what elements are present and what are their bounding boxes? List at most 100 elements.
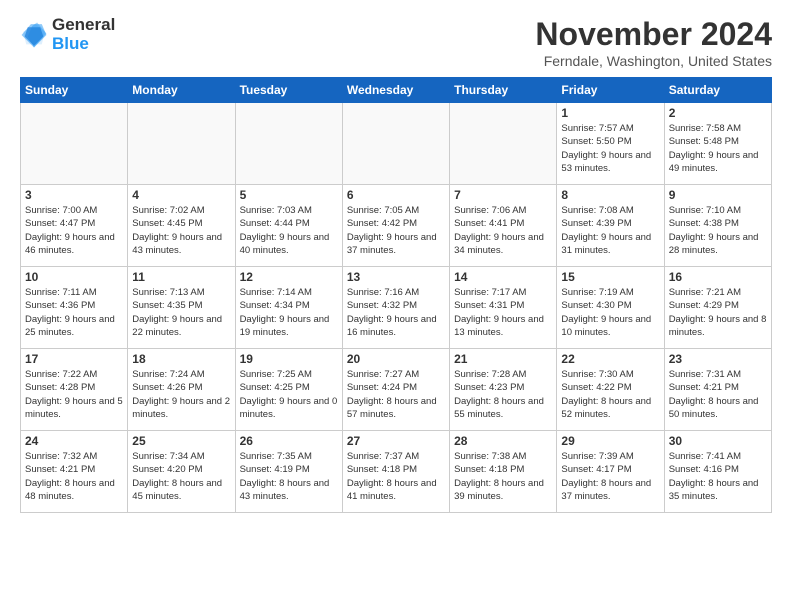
day-cell: 17 Sunrise: 7:22 AM Sunset: 4:28 PM Dayli… [21,349,128,431]
day-cell: 16 Sunrise: 7:21 AM Sunset: 4:29 PM Dayli… [664,267,771,349]
logo-icon [20,21,48,49]
day-info: Sunrise: 7:10 AM Sunset: 4:38 PM Dayligh… [669,204,767,257]
day-number: 21 [454,352,552,366]
day-info: Sunrise: 7:16 AM Sunset: 4:32 PM Dayligh… [347,286,445,339]
day-info: Sunrise: 7:14 AM Sunset: 4:34 PM Dayligh… [240,286,338,339]
day-number: 30 [669,434,767,448]
day-cell: 7 Sunrise: 7:06 AM Sunset: 4:41 PM Daylig… [450,185,557,267]
day-info: Sunrise: 7:41 AM Sunset: 4:16 PM Dayligh… [669,450,767,503]
day-info: Sunrise: 7:24 AM Sunset: 4:26 PM Dayligh… [132,368,230,421]
location: Ferndale, Washington, United States [535,53,772,69]
day-number: 23 [669,352,767,366]
day-number: 5 [240,188,338,202]
day-number: 11 [132,270,230,284]
day-number: 4 [132,188,230,202]
day-cell [128,103,235,185]
day-info: Sunrise: 7:58 AM Sunset: 5:48 PM Dayligh… [669,122,767,175]
day-number: 19 [240,352,338,366]
day-info: Sunrise: 7:27 AM Sunset: 4:24 PM Dayligh… [347,368,445,421]
day-number: 3 [25,188,123,202]
day-info: Sunrise: 7:13 AM Sunset: 4:35 PM Dayligh… [132,286,230,339]
logo-text: General Blue [52,16,115,53]
header-tuesday: Tuesday [235,78,342,103]
week-row-3: 10 Sunrise: 7:11 AM Sunset: 4:36 PM Dayli… [21,267,772,349]
header: General Blue November 2024 Ferndale, Was… [20,16,772,69]
day-info: Sunrise: 7:57 AM Sunset: 5:50 PM Dayligh… [561,122,659,175]
day-cell: 10 Sunrise: 7:11 AM Sunset: 4:36 PM Dayli… [21,267,128,349]
day-info: Sunrise: 7:11 AM Sunset: 4:36 PM Dayligh… [25,286,123,339]
day-info: Sunrise: 7:32 AM Sunset: 4:21 PM Dayligh… [25,450,123,503]
day-number: 15 [561,270,659,284]
day-cell: 19 Sunrise: 7:25 AM Sunset: 4:25 PM Dayli… [235,349,342,431]
day-number: 27 [347,434,445,448]
day-cell: 21 Sunrise: 7:28 AM Sunset: 4:23 PM Dayli… [450,349,557,431]
day-cell: 15 Sunrise: 7:19 AM Sunset: 4:30 PM Dayli… [557,267,664,349]
logo: General Blue [20,16,115,53]
day-cell: 28Sunrise: 7:38 AM Sunset: 4:18 PM Dayli… [450,431,557,513]
day-info: Sunrise: 7:08 AM Sunset: 4:39 PM Dayligh… [561,204,659,257]
day-info: Sunrise: 7:02 AM Sunset: 4:45 PM Dayligh… [132,204,230,257]
day-cell: 1 Sunrise: 7:57 AM Sunset: 5:50 PM Daylig… [557,103,664,185]
day-cell: 8Sunrise: 7:08 AM Sunset: 4:39 PM Daylig… [557,185,664,267]
header-wednesday: Wednesday [342,78,449,103]
day-cell: 30 Sunrise: 7:41 AM Sunset: 4:16 PM Dayli… [664,431,771,513]
week-row-1: 1 Sunrise: 7:57 AM Sunset: 5:50 PM Daylig… [21,103,772,185]
week-row-2: 3Sunrise: 7:00 AM Sunset: 4:47 PM Daylig… [21,185,772,267]
day-number: 16 [669,270,767,284]
day-cell: 25Sunrise: 7:34 AM Sunset: 4:20 PM Dayli… [128,431,235,513]
day-info: Sunrise: 7:22 AM Sunset: 4:28 PM Dayligh… [25,368,123,421]
day-info: Sunrise: 7:35 AM Sunset: 4:19 PM Dayligh… [240,450,338,503]
day-cell [450,103,557,185]
day-cell: 27 Sunrise: 7:37 AM Sunset: 4:18 PM Dayli… [342,431,449,513]
day-header-row: Sunday Monday Tuesday Wednesday Thursday… [21,78,772,103]
day-cell: 23 Sunrise: 7:31 AM Sunset: 4:21 PM Dayli… [664,349,771,431]
day-cell: 3Sunrise: 7:00 AM Sunset: 4:47 PM Daylig… [21,185,128,267]
month-title: November 2024 [535,16,772,53]
day-number: 13 [347,270,445,284]
page: General Blue November 2024 Ferndale, Was… [0,0,792,523]
calendar-table: Sunday Monday Tuesday Wednesday Thursday… [20,77,772,513]
day-cell: 2Sunrise: 7:58 AM Sunset: 5:48 PM Daylig… [664,103,771,185]
day-info: Sunrise: 7:31 AM Sunset: 4:21 PM Dayligh… [669,368,767,421]
day-cell [342,103,449,185]
day-cell: 4 Sunrise: 7:02 AM Sunset: 4:45 PM Daylig… [128,185,235,267]
day-info: Sunrise: 7:05 AM Sunset: 4:42 PM Dayligh… [347,204,445,257]
day-number: 22 [561,352,659,366]
header-monday: Monday [128,78,235,103]
day-cell: 24Sunrise: 7:32 AM Sunset: 4:21 PM Dayli… [21,431,128,513]
day-number: 6 [347,188,445,202]
week-row-5: 24Sunrise: 7:32 AM Sunset: 4:21 PM Dayli… [21,431,772,513]
day-info: Sunrise: 7:21 AM Sunset: 4:29 PM Dayligh… [669,286,767,339]
day-info: Sunrise: 7:03 AM Sunset: 4:44 PM Dayligh… [240,204,338,257]
day-number: 25 [132,434,230,448]
day-cell: 5 Sunrise: 7:03 AM Sunset: 4:44 PM Daylig… [235,185,342,267]
day-cell: 20 Sunrise: 7:27 AM Sunset: 4:24 PM Dayli… [342,349,449,431]
day-number: 9 [669,188,767,202]
day-number: 14 [454,270,552,284]
day-cell: 29Sunrise: 7:39 AM Sunset: 4:17 PM Dayli… [557,431,664,513]
day-number: 17 [25,352,123,366]
day-cell: 13 Sunrise: 7:16 AM Sunset: 4:32 PM Dayli… [342,267,449,349]
day-info: Sunrise: 7:25 AM Sunset: 4:25 PM Dayligh… [240,368,338,421]
title-block: November 2024 Ferndale, Washington, Unit… [535,16,772,69]
day-cell: 26 Sunrise: 7:35 AM Sunset: 4:19 PM Dayli… [235,431,342,513]
day-number: 1 [561,106,659,120]
day-info: Sunrise: 7:30 AM Sunset: 4:22 PM Dayligh… [561,368,659,421]
day-cell: 18Sunrise: 7:24 AM Sunset: 4:26 PM Dayli… [128,349,235,431]
day-info: Sunrise: 7:19 AM Sunset: 4:30 PM Dayligh… [561,286,659,339]
day-cell: 12Sunrise: 7:14 AM Sunset: 4:34 PM Dayli… [235,267,342,349]
day-info: Sunrise: 7:39 AM Sunset: 4:17 PM Dayligh… [561,450,659,503]
day-number: 7 [454,188,552,202]
day-cell: 6 Sunrise: 7:05 AM Sunset: 4:42 PM Daylig… [342,185,449,267]
day-number: 20 [347,352,445,366]
header-friday: Friday [557,78,664,103]
day-number: 26 [240,434,338,448]
day-cell: 9 Sunrise: 7:10 AM Sunset: 4:38 PM Daylig… [664,185,771,267]
day-cell [21,103,128,185]
day-info: Sunrise: 7:28 AM Sunset: 4:23 PM Dayligh… [454,368,552,421]
day-cell: 11 Sunrise: 7:13 AM Sunset: 4:35 PM Dayli… [128,267,235,349]
day-number: 10 [25,270,123,284]
day-info: Sunrise: 7:38 AM Sunset: 4:18 PM Dayligh… [454,450,552,503]
day-info: Sunrise: 7:06 AM Sunset: 4:41 PM Dayligh… [454,204,552,257]
day-info: Sunrise: 7:37 AM Sunset: 4:18 PM Dayligh… [347,450,445,503]
